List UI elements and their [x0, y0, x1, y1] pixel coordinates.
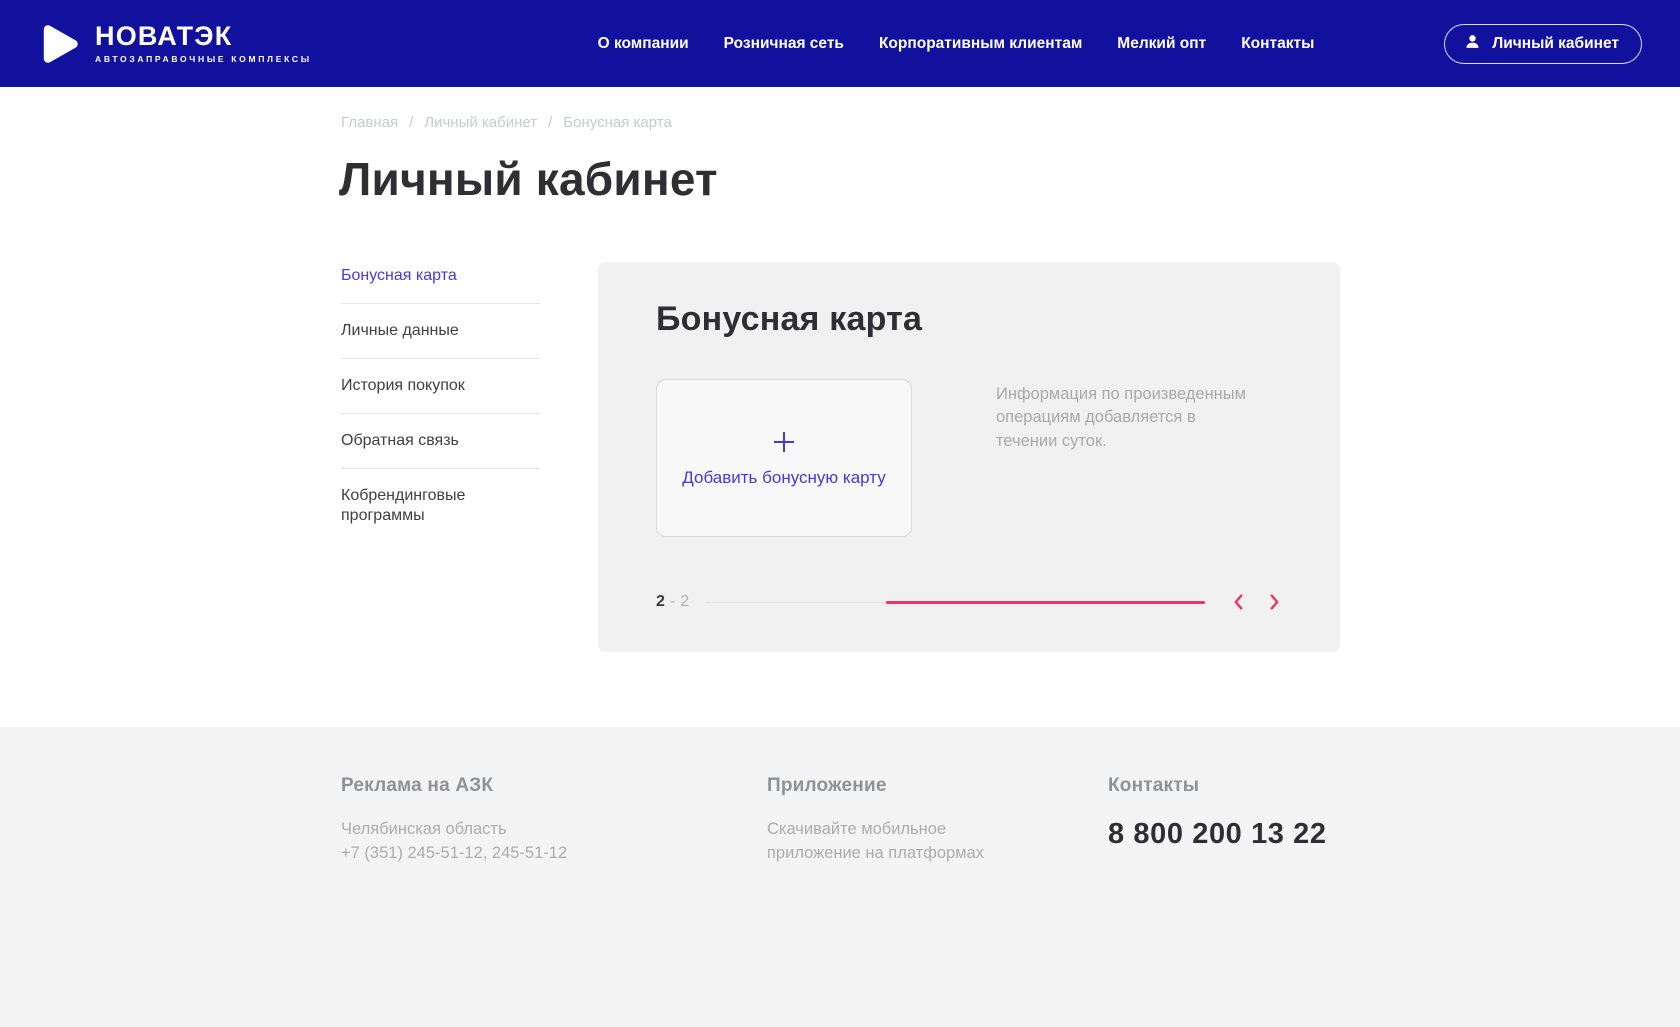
pager-total: 2 [680, 593, 689, 611]
play-triangle-icon [36, 21, 80, 67]
footer-app-line-1: Скачивайте мобильное [767, 818, 1108, 842]
sidebar-item-feedback[interactable]: Обратная связь [341, 414, 540, 468]
nav-item-corporate[interactable]: Корпоративным клиентам [879, 35, 1082, 53]
pager-current: 2 [656, 593, 665, 611]
footer-app-title: Приложение [767, 775, 1108, 797]
sidebar-item-bonus-card[interactable]: Бонусная карта [341, 262, 540, 303]
pager-progress-fill [886, 601, 1205, 604]
logo-subtitle: АВТОЗАПРАВОЧНЫЕ КОМПЛЕКСЫ [95, 54, 312, 64]
nav-item-contacts[interactable]: Контакты [1241, 35, 1314, 53]
breadcrumb-separator: / [409, 114, 413, 131]
pager-progress [707, 601, 1205, 604]
chevron-right-icon[interactable] [1262, 590, 1286, 614]
pager-counter: 2 - 2 [656, 593, 689, 611]
footer-app-line-2: приложение на платформах [767, 842, 1108, 866]
pager-separator: - [670, 593, 675, 611]
top-header: НОВАТЭК АВТОЗАПРАВОЧНЫЕ КОМПЛЕКСЫ О комп… [0, 0, 1680, 87]
nav-item-wholesale[interactable]: Мелкий опт [1117, 35, 1206, 53]
breadcrumb-home[interactable]: Главная [341, 114, 398, 131]
page-footer: Реклама на АЗК Челябинская область +7 (3… [0, 727, 1680, 1027]
bonus-card-panel: Бонусная карта Добавить бонусную карту И… [598, 262, 1340, 652]
account-button[interactable]: Личный кабинет [1444, 24, 1642, 64]
footer-ads-title: Реклама на АЗК [341, 775, 767, 797]
plus-icon [771, 429, 797, 455]
add-bonus-card-tile[interactable]: Добавить бонусную карту [656, 379, 912, 537]
breadcrumb-separator: / [548, 114, 552, 131]
account-sidebar: Бонусная карта Личные данные История пок… [341, 262, 598, 543]
footer-column-app: Приложение Скачивайте мобильное приложен… [767, 775, 1108, 866]
content-area: Бонусная карта Личные данные История пок… [341, 262, 1680, 652]
page-title: Личный кабинет [339, 156, 1680, 202]
card-pager: 2 - 2 [656, 590, 1286, 614]
operations-info-text: Информация по произведенным операциям до… [996, 383, 1254, 453]
footer-ads-region: Челябинская область [341, 818, 767, 842]
card-row: Добавить бонусную карту Информация по пр… [656, 379, 1284, 537]
sidebar-item-purchase-history[interactable]: История покупок [341, 359, 540, 413]
add-bonus-card-label: Добавить бонусную карту [682, 468, 885, 488]
nav-item-retail[interactable]: Розничная сеть [724, 35, 844, 53]
footer-column-ads: Реклама на АЗК Челябинская область +7 (3… [341, 775, 767, 866]
panel-title: Бонусная карта [656, 300, 1284, 339]
logo-text: НОВАТЭК АВТОЗАПРАВОЧНЫЕ КОМПЛЕКСЫ [95, 23, 312, 64]
sidebar-item-personal-data[interactable]: Личные данные [341, 304, 540, 358]
logo[interactable]: НОВАТЭК АВТОЗАПРАВОЧНЫЕ КОМПЛЕКСЫ [36, 21, 312, 67]
main-nav: О компании Розничная сеть Корпоративным … [598, 35, 1315, 53]
sidebar-item-cobranding[interactable]: Кобрендинговые программы [341, 469, 540, 543]
logo-title: НОВАТЭК [95, 23, 312, 50]
breadcrumb-bonus-card[interactable]: Бонусная карта [563, 114, 672, 131]
footer-column-contacts: Контакты 8 800 200 13 22 [1108, 775, 1680, 851]
footer-ads-phone: +7 (351) 245-51-12, 245-51-12 [341, 842, 767, 866]
footer-contacts-title: Контакты [1108, 775, 1680, 797]
pager-arrows [1227, 590, 1286, 614]
breadcrumb: Главная / Личный кабинет / Бонусная карт… [341, 114, 1680, 131]
account-button-label: Личный кабинет [1492, 35, 1619, 53]
footer-contacts-phone[interactable]: 8 800 200 13 22 [1108, 818, 1680, 851]
user-icon [1464, 33, 1481, 55]
breadcrumb-account[interactable]: Личный кабинет [424, 114, 537, 131]
chevron-left-icon[interactable] [1227, 590, 1251, 614]
nav-item-about[interactable]: О компании [598, 35, 689, 53]
